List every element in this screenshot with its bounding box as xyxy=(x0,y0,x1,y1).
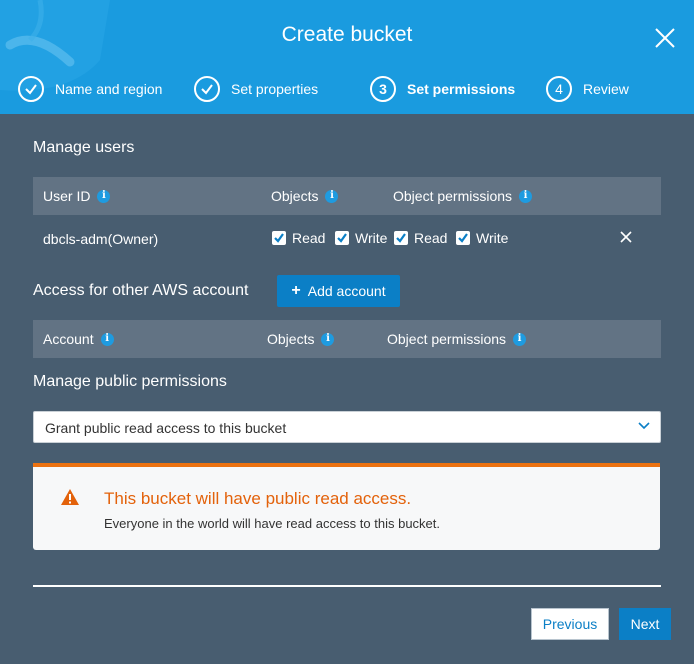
chevron-down-icon xyxy=(638,422,650,430)
wizard-header: Create bucket Name and region Set proper… xyxy=(0,0,694,114)
add-account-button[interactable]: + Add account xyxy=(277,275,400,307)
close-icon[interactable] xyxy=(653,26,677,50)
table-row: dbcls-adm(Owner) Read Write Read Write xyxy=(33,216,661,260)
public-permissions-select[interactable]: Grant public read access to this bucket xyxy=(33,411,661,443)
step-label: Review xyxy=(583,81,629,97)
info-icon[interactable]: i xyxy=(97,189,111,203)
info-icon[interactable]: i xyxy=(100,332,114,346)
manage-users-title: Manage users xyxy=(33,139,135,156)
check-circle-icon xyxy=(194,76,220,102)
checkbox-checked-icon xyxy=(335,231,349,245)
step-label: Set properties xyxy=(231,81,319,97)
step-review[interactable]: 4 Review xyxy=(546,76,629,102)
warning-title: This bucket will have public read access… xyxy=(104,489,412,508)
users-table-header: User ID i Objects i Object permissions i xyxy=(33,177,661,215)
dialog-title: Create bucket xyxy=(281,23,413,46)
step-number: 4 xyxy=(546,76,572,102)
step-number: 3 xyxy=(370,76,396,102)
checkbox-checked-icon xyxy=(272,231,286,245)
warning-body: Everyone in the world will have read acc… xyxy=(104,516,441,531)
permissions-write-checkbox[interactable]: Write xyxy=(456,230,508,246)
step-set-properties[interactable]: Set properties xyxy=(194,76,318,102)
objects-write-checkbox[interactable]: Write xyxy=(335,230,387,246)
accounts-table-header: Account i Objects i Object permissions i xyxy=(33,320,661,358)
checkbox-checked-icon xyxy=(394,231,408,245)
divider xyxy=(33,585,661,587)
info-icon[interactable]: i xyxy=(321,332,335,346)
column-object-permissions: Object permissions i xyxy=(393,188,533,204)
select-value: Grant public read access to this bucket xyxy=(45,420,287,436)
public-access-warning: This bucket will have public read access… xyxy=(33,463,660,550)
step-label: Name and region xyxy=(55,81,163,97)
remove-user-icon[interactable] xyxy=(618,229,634,245)
plus-icon: + xyxy=(291,282,301,299)
user-id-cell: dbcls-adm(Owner) xyxy=(43,231,159,247)
column-user-id: User ID i xyxy=(43,188,111,204)
step-name-and-region[interactable]: Name and region xyxy=(18,76,162,102)
column-objects: Objects i xyxy=(267,331,335,347)
objects-read-checkbox[interactable]: Read xyxy=(272,230,325,246)
info-icon[interactable]: i xyxy=(513,332,527,346)
warning-icon xyxy=(61,489,79,505)
column-account: Account i xyxy=(43,331,114,347)
column-object-permissions: Object permissions i xyxy=(387,331,527,347)
info-icon[interactable]: i xyxy=(519,189,533,203)
step-set-permissions[interactable]: 3 Set permissions xyxy=(370,76,515,102)
step-label: Set permissions xyxy=(407,81,516,97)
permissions-read-checkbox[interactable]: Read xyxy=(394,230,447,246)
next-button[interactable]: Next xyxy=(619,608,671,640)
public-permissions-title: Manage public permissions xyxy=(33,373,227,390)
info-icon[interactable]: i xyxy=(325,189,339,203)
checkbox-checked-icon xyxy=(456,231,470,245)
previous-button[interactable]: Previous xyxy=(531,608,609,640)
other-accounts-title: Access for other AWS account xyxy=(33,282,249,299)
check-circle-icon xyxy=(18,76,44,102)
column-objects: Objects i xyxy=(271,188,339,204)
